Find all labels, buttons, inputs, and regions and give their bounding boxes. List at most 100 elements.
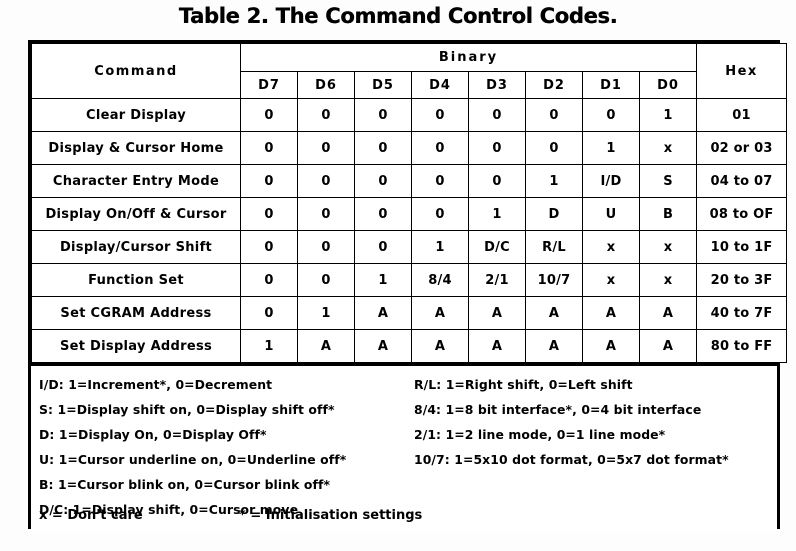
table-row: Display/Cursor Shift 0 0 0 1 D/C R/L x x 10 to 1F [31, 230, 788, 264]
cell-hex: 40 to 7F [696, 296, 788, 330]
cell-bit-d1: 1 [582, 131, 640, 165]
cell-bit-d4: A [411, 296, 469, 330]
legend-line: S: 1=Display shift on, 0=Display shift o… [39, 402, 335, 417]
table-head: Command Binary Hex D7 D6 D5 D4 D3 D2 D1 … [31, 43, 788, 99]
cell-bit-d3: 0 [468, 164, 526, 198]
legend-init-settings: * = Initialisation settings [239, 508, 423, 523]
legend-columns: I/D: 1=Increment*, 0=Decrement S: 1=Displ… [31, 372, 777, 522]
legend-line: 2/1: 1=2 line mode, 0=1 line mode* [413, 427, 666, 442]
page-title: Table 2. The Command Control Codes. [178, 4, 618, 28]
cell-command: Display On/Off & Cursor [31, 197, 241, 231]
cell-bit-d2: 0 [525, 131, 583, 165]
cell-bit-d2: A [525, 296, 583, 330]
cell-bit-d7: 0 [240, 230, 298, 264]
cell-bit-d1: A [582, 329, 640, 363]
cell-hex: 08 to OF [696, 197, 788, 231]
header-bit-d7: D7 [240, 71, 298, 99]
cell-bit-d6: 0 [297, 263, 355, 297]
cell-bit-d3: 0 [468, 131, 526, 165]
table-body: Clear Display 0 0 0 0 0 0 0 1 01 Display & Cursor … [31, 98, 788, 363]
cell-bit-d0: B [638, 197, 698, 231]
cell-bit-d5: 0 [354, 98, 412, 132]
cell-bit-d4: 8/4 [411, 263, 469, 297]
cell-hex: 10 to 1F [696, 230, 788, 264]
cell-bit-d7: 0 [240, 263, 298, 297]
cell-bit-d4: 1 [411, 230, 469, 264]
cell-bit-d5: 0 [354, 197, 412, 231]
cell-bit-d4: 0 [411, 131, 469, 165]
cell-bit-d0: x [638, 230, 698, 264]
cell-bit-d5: 1 [354, 263, 412, 297]
cell-bit-d6: 0 [297, 164, 355, 198]
legend-line: R/L: 1=Right shift, 0=Left shift [413, 377, 633, 392]
cell-command: Clear Display [31, 98, 241, 132]
cell-bit-d7: 0 [240, 164, 298, 198]
cell-hex: 80 to FF [696, 329, 788, 363]
cell-bit-d2: R/L [525, 230, 583, 264]
page-root: Table 2. The Command Control Codes. Comm… [0, 0, 796, 551]
cell-bit-d2: D [525, 197, 583, 231]
cell-hex: 04 to 07 [696, 164, 788, 198]
cell-bit-d4: 0 [411, 98, 469, 132]
cell-command: Function Set [31, 263, 241, 297]
cell-bit-d7: 0 [240, 98, 298, 132]
cell-bit-d4: A [411, 329, 469, 363]
cell-command: Display/Cursor Shift [31, 230, 241, 264]
legend-line: 10/7: 1=5x10 dot format, 0=5x7 dot forma… [413, 452, 729, 467]
legend-column-left: I/D: 1=Increment*, 0=Decrement S: 1=Displ… [31, 372, 408, 522]
cell-bit-d2: 10/7 [525, 263, 583, 297]
header-bit-d2: D2 [525, 71, 583, 99]
legend-dont-care: x = Don't care [39, 508, 143, 523]
cell-bit-d1: 0 [582, 98, 640, 132]
cell-bit-d1: U [582, 197, 640, 231]
cell-bit-d6: A [297, 329, 355, 363]
header-command: Command [31, 43, 241, 99]
table-row: Display On/Off & Cursor 0 0 0 0 1 D U B 08 to OF [31, 197, 788, 231]
cell-bit-d6: 0 [297, 98, 355, 132]
cell-bit-d0: S [638, 164, 698, 198]
cell-command: Set Display Address [31, 329, 241, 363]
legend-section: I/D: 1=Increment*, 0=Decrement S: 1=Displ… [31, 363, 777, 531]
table-row: Function Set 0 0 1 8/4 2/1 10/7 x x 20 to 3F [31, 263, 788, 297]
legend-line: D: 1=Display On, 0=Display Off* [39, 427, 267, 442]
cell-bit-d6: 0 [297, 230, 355, 264]
header-hex: Hex [696, 43, 788, 99]
header-bit-d5: D5 [354, 71, 412, 99]
table-row: Clear Display 0 0 0 0 0 0 0 1 01 [31, 98, 788, 132]
cell-bit-d1: I/D [582, 164, 640, 198]
cell-hex: 01 [696, 98, 788, 132]
legend-line: B: 1=Cursor blink on, 0=Cursor blink off… [39, 477, 331, 492]
codes-grid: Command Binary Hex D7 D6 D5 D4 D3 D2 D1 … [31, 43, 788, 363]
cell-bit-d2: 1 [525, 164, 583, 198]
legend-line: 8/4: 1=8 bit interface*, 0=4 bit interfa… [413, 402, 702, 417]
cell-hex: 20 to 3F [696, 263, 788, 297]
cell-bit-d2: A [525, 329, 583, 363]
table-row: Set CGRAM Address 0 1 A A A A A A 40 to 7F [31, 296, 788, 330]
header-binary: Binary [239, 43, 698, 72]
header-bit-d3: D3 [468, 71, 526, 99]
header-bit-d6: D6 [297, 71, 355, 99]
cell-bit-d7: 1 [240, 329, 298, 363]
cell-command: Character Entry Mode [31, 164, 241, 198]
header-bit-d0: D0 [638, 71, 698, 99]
header-bit-d4: D4 [411, 71, 469, 99]
header-bit-d1: D1 [582, 71, 640, 99]
cell-bit-d7: 0 [240, 131, 298, 165]
cell-bit-d3: 2/1 [468, 263, 526, 297]
cell-bit-d5: 0 [354, 131, 412, 165]
cell-bit-d2: 0 [525, 98, 583, 132]
cell-bit-d5: A [354, 329, 412, 363]
cell-bit-d5: A [354, 296, 412, 330]
cell-command: Display & Cursor Home [31, 131, 241, 165]
cell-bit-d0: A [638, 296, 698, 330]
cell-bit-d7: 0 [240, 197, 298, 231]
command-codes-table: Command Binary Hex D7 D6 D5 D4 D3 D2 D1 … [28, 40, 788, 531]
cell-bit-d4: 0 [411, 164, 469, 198]
cell-bit-d3: 1 [468, 197, 526, 231]
cell-bit-d4: 0 [411, 197, 469, 231]
cell-bit-d0: A [638, 329, 698, 363]
cell-bit-d3: A [468, 329, 526, 363]
table-row: Character Entry Mode 0 0 0 0 0 1 I/D S 04 to 07 [31, 164, 788, 198]
cell-bit-d0: x [638, 131, 698, 165]
cell-bit-d3: 0 [468, 98, 526, 132]
